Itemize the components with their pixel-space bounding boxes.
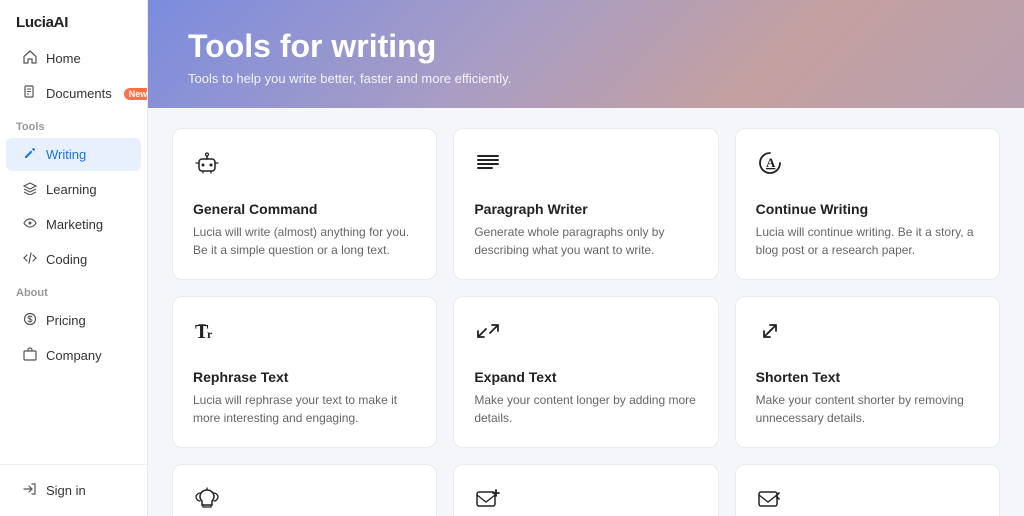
expand-icon [474, 317, 697, 359]
sidebar-item-label: Documents [46, 86, 112, 101]
card-title: General Command [193, 201, 416, 217]
sidebar-item-pricing[interactable]: Pricing [6, 304, 141, 337]
sidebar-item-writing[interactable]: Writing [6, 138, 141, 171]
sidebar-item-learning[interactable]: Learning [6, 173, 141, 206]
tool-card-general-command[interactable]: General Command Lucia will write (almost… [172, 128, 437, 280]
card-title: Paragraph Writer [474, 201, 697, 217]
brain-icon [193, 485, 416, 516]
tool-card-write-new-email[interactable]: Write new Email Lucia will write a new e… [453, 464, 718, 516]
sidebar-item-marketing[interactable]: Marketing [6, 208, 141, 241]
home-icon [22, 50, 38, 67]
card-title: Rephrase Text [193, 369, 416, 385]
sidebar-bottom: Sign in [0, 464, 147, 516]
hero-title: Tools for writing [188, 28, 984, 65]
sidebar: LuciaAI Home Documents New Tools Writing [0, 0, 148, 516]
sign-in-button[interactable]: Sign in [6, 474, 141, 507]
card-desc: Lucia will continue writing. Be it a sto… [756, 223, 979, 259]
sidebar-item-company[interactable]: Company [6, 339, 141, 372]
new-badge: New [124, 88, 148, 100]
sidebar-item-coding[interactable]: Coding [6, 243, 141, 276]
writing-icon [22, 146, 38, 163]
card-title: Shorten Text [756, 369, 979, 385]
card-desc: Make your content longer by adding more … [474, 391, 697, 427]
about-section-label: About [0, 277, 147, 303]
rephrase-icon: Tr [193, 317, 416, 359]
learning-icon [22, 181, 38, 198]
sidebar-item-label: Company [46, 348, 102, 363]
tool-card-continue-writing[interactable]: A Continue Writing Lucia will continue w… [735, 128, 1000, 280]
email-reply-icon [756, 485, 979, 516]
tool-card-shorten-text[interactable]: Shorten Text Make your content shorter b… [735, 296, 1000, 448]
robot-icon [193, 149, 416, 191]
sidebar-item-label: Learning [46, 182, 97, 197]
sidebar-item-label: Pricing [46, 313, 86, 328]
shorten-icon [756, 317, 979, 359]
company-icon [22, 347, 38, 364]
card-title: Continue Writing [756, 201, 979, 217]
signin-icon [22, 482, 38, 499]
hero-subtitle: Tools to help you write better, faster a… [188, 71, 984, 86]
card-title: Expand Text [474, 369, 697, 385]
sidebar-item-label: Coding [46, 252, 87, 267]
tools-section-label: Tools [0, 111, 147, 137]
sidebar-item-documents[interactable]: Documents New [6, 77, 141, 110]
sidebar-item-label: Writing [46, 147, 86, 162]
sidebar-item-label: Home [46, 51, 81, 66]
email-new-icon [474, 485, 697, 516]
sidebar-item-home[interactable]: Home [6, 42, 141, 75]
app-logo: LuciaAI [0, 0, 147, 41]
hero-banner: Tools for writing Tools to help you writ… [148, 0, 1024, 108]
cards-area: General Command Lucia will write (almost… [148, 108, 1024, 516]
card-desc: Lucia will write (almost) anything for y… [193, 223, 416, 259]
tool-card-email-reply[interactable]: Email Reply Lucia will write a reply to … [735, 464, 1000, 516]
pricing-icon [22, 312, 38, 329]
tool-card-rephrase-text[interactable]: Tr Rephrase Text Lucia will rephrase you… [172, 296, 437, 448]
tool-card-expand-text[interactable]: Expand Text Make your content longer by … [453, 296, 718, 448]
marketing-icon [22, 216, 38, 233]
svg-text:r: r [207, 327, 213, 341]
signin-label: Sign in [46, 483, 86, 498]
main-content: Tools for writing Tools to help you writ… [148, 0, 1024, 516]
svg-text:A: A [766, 155, 776, 170]
tools-grid: General Command Lucia will write (almost… [172, 128, 1000, 516]
sidebar-item-label: Marketing [46, 217, 103, 232]
tool-card-paragraph-writer[interactable]: Paragraph Writer Generate whole paragrap… [453, 128, 718, 280]
paragraph-icon [474, 149, 697, 191]
continue-icon: A [756, 149, 979, 191]
documents-icon [22, 85, 38, 102]
card-desc: Make your content shorter by removing un… [756, 391, 979, 427]
card-desc: Lucia will rephrase your text to make it… [193, 391, 416, 427]
tool-card-sound-smarter[interactable]: Sound Smarter Make your writing sound mo… [172, 464, 437, 516]
coding-icon [22, 251, 38, 268]
card-desc: Generate whole paragraphs only by descri… [474, 223, 697, 259]
